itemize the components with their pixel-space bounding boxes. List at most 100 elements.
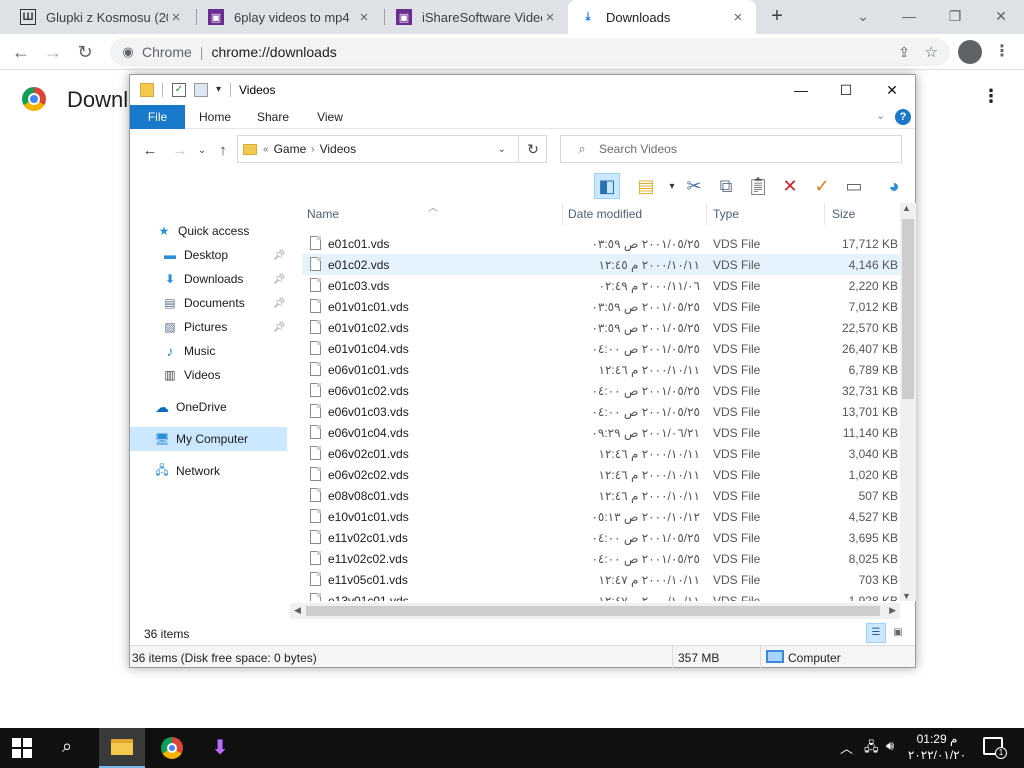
scroll-thumb[interactable] bbox=[902, 219, 914, 399]
nav-my-computer[interactable]: 🖥︎ My Computer bbox=[130, 427, 287, 451]
restore-button[interactable]: ❐ bbox=[932, 0, 978, 34]
minimize-button[interactable]: — bbox=[886, 0, 932, 34]
file-row[interactable]: e01c01.vds ٢٠٠١/٠٥/٢٥ ص ٠٣:٥٩ VDS File 17,7… bbox=[302, 233, 900, 254]
breadcrumb-game[interactable]: Game bbox=[274, 142, 307, 156]
nav-quick-access[interactable]: ★ Quick access bbox=[130, 219, 287, 243]
taskbar-file-explorer[interactable] bbox=[99, 728, 145, 768]
address-bar[interactable]: « Game › Videos ⌄ bbox=[237, 135, 547, 163]
thumbnail-view-icon[interactable]: ▣ bbox=[888, 623, 908, 643]
column-size[interactable]: Size bbox=[832, 207, 855, 221]
explorer-minimize-button[interactable]: — bbox=[778, 75, 824, 105]
scroll-left-icon[interactable]: ◀ bbox=[294, 605, 301, 616]
column-date-modified[interactable]: Date modified bbox=[568, 207, 642, 221]
tab-6play[interactable]: ▣ 6play videos to mp4 × bbox=[196, 0, 382, 34]
pin-icon[interactable]: 📌︎ bbox=[273, 298, 286, 309]
omnibox[interactable]: ◉ Chrome | chrome://downloads ⇪ ☆ bbox=[110, 38, 950, 66]
downloads-menu-icon[interactable]: ⋮ bbox=[982, 86, 1000, 107]
reload-button[interactable]: ↻ bbox=[72, 39, 98, 65]
horizontal-scrollbar[interactable]: ◀ ▶ bbox=[290, 603, 900, 619]
nav-music[interactable]: ♪ Music bbox=[130, 339, 287, 363]
explorer-maximize-button[interactable]: ☐ bbox=[823, 75, 869, 105]
file-row[interactable]: e13v01c01.vds ٢٠٠٠/١٠/١١ م ١٢:٤٧ VDS File 1… bbox=[302, 590, 900, 601]
paste-icon[interactable]: 📋︎ bbox=[745, 173, 771, 199]
details-view-icon[interactable]: ☰ bbox=[866, 623, 886, 643]
nav-onedrive[interactable]: ☁ OneDrive bbox=[130, 395, 287, 419]
explorer-close-button[interactable]: ✕ bbox=[869, 75, 915, 105]
close-window-button[interactable]: ✕ bbox=[978, 0, 1024, 34]
scroll-up-icon[interactable]: ▲ bbox=[902, 203, 911, 213]
volume-icon[interactable]: 🔊︎ bbox=[886, 738, 894, 754]
bookmark-star-icon[interactable]: ☆ bbox=[925, 43, 938, 61]
tab-share[interactable]: Share bbox=[250, 105, 296, 129]
tab-isharesoftware[interactable]: ▣ iShareSoftware Video \ × bbox=[384, 0, 568, 34]
check-icon[interactable]: ✓ bbox=[809, 173, 835, 199]
tab-search-chevron-icon[interactable]: ⌄ bbox=[840, 0, 886, 34]
explorer-back-button[interactable]: ← bbox=[140, 141, 160, 161]
vertical-scrollbar[interactable]: ▲ ▼ bbox=[900, 203, 916, 601]
pin-icon[interactable]: 📌︎ bbox=[273, 322, 286, 333]
help-icon[interactable]: ? bbox=[895, 109, 911, 125]
column-name[interactable]: Name bbox=[307, 207, 339, 221]
scroll-right-icon[interactable]: ▶ bbox=[889, 605, 896, 616]
refresh-button[interactable]: ↻ bbox=[518, 135, 547, 163]
properties-icon[interactable]: ✓ bbox=[172, 83, 186, 97]
globe-icon[interactable]: ◕ bbox=[881, 173, 907, 199]
customize-toolbar-icon[interactable]: ▾ bbox=[216, 83, 230, 97]
tab-file[interactable]: File bbox=[130, 105, 185, 129]
file-row[interactable]: e08v08c01.vds ٢٠٠٠/١٠/١١ م ١٢:٤٦ VDS File 5… bbox=[302, 485, 900, 506]
nav-documents[interactable]: ▤ Documents 📌︎ bbox=[130, 291, 287, 315]
search-icon[interactable]: ⌕ bbox=[62, 736, 72, 757]
close-tab-icon[interactable]: × bbox=[168, 9, 184, 26]
taskbar-chrome[interactable] bbox=[149, 728, 195, 768]
file-row[interactable]: e06v01c04.vds ٢٠٠١/٠٦/٢١ ص ٠٩:٢٩ VDS File 1… bbox=[302, 422, 900, 443]
new-tab-button[interactable]: + bbox=[766, 5, 788, 27]
tab-glupki[interactable]: Ш Glupki z Kosmosu (200 × bbox=[8, 0, 194, 34]
start-button[interactable] bbox=[12, 738, 32, 758]
file-row[interactable]: e10v01c01.vds ٢٠٠٠/١٠/١٢ ص ٠٥:١٣ VDS File 4… bbox=[302, 506, 900, 527]
file-row[interactable]: e06v01c01.vds ٢٠٠٠/١٠/١١ م ١٢:٤٦ VDS File 6… bbox=[302, 359, 900, 380]
file-row[interactable]: e01c03.vds ٢٠٠٠/١١/٠٦ م ٠٢:٤٩ VDS File 2,22… bbox=[302, 275, 900, 296]
nav-videos[interactable]: ▥ Videos bbox=[130, 363, 287, 387]
preview-pane-icon[interactable]: ◧ bbox=[594, 173, 620, 199]
pin-icon[interactable]: 📌︎ bbox=[273, 274, 286, 285]
copy-icon[interactable]: ⧉ bbox=[713, 173, 739, 199]
close-tab-icon[interactable]: × bbox=[542, 9, 558, 26]
file-row[interactable]: e01v01c04.vds ٢٠٠١/٠٥/٢٥ ص ٠٤:٠٠ VDS File 2… bbox=[302, 338, 900, 359]
nav-downloads[interactable]: ⬇ Downloads 📌︎ bbox=[130, 267, 287, 291]
file-row[interactable]: e11v05c01.vds ٢٠٠٠/١٠/١١ م ١٢:٤٧ VDS File 7… bbox=[302, 569, 900, 590]
back-button[interactable]: ← bbox=[8, 39, 34, 65]
search-input[interactable] bbox=[599, 142, 879, 156]
cut-icon[interactable]: ✂ bbox=[681, 173, 707, 199]
share-icon[interactable]: ⇪ bbox=[898, 44, 910, 61]
profile-avatar[interactable] bbox=[958, 40, 982, 64]
tab-downloads[interactable]: ⤓ Downloads × bbox=[568, 0, 756, 34]
new-folder-icon[interactable] bbox=[194, 83, 208, 97]
chrome-menu-icon[interactable]: ⋮ bbox=[994, 38, 1010, 66]
file-row[interactable]: e01v01c01.vds ٢٠٠١/٠٥/٢٥ ص ٠٣:٥٩ VDS File 7… bbox=[302, 296, 900, 317]
nav-desktop[interactable]: ▬ Desktop 📌︎ bbox=[130, 243, 287, 267]
taskbar-downloader[interactable]: ⬇ bbox=[197, 728, 243, 768]
explorer-forward-button[interactable]: → bbox=[170, 141, 190, 161]
file-row[interactable]: e06v01c03.vds ٢٠٠١/٠٥/٢٥ ص ٠٤:٠٠ VDS File 1… bbox=[302, 401, 900, 422]
tray-chevron-icon[interactable]: ︿ bbox=[840, 738, 853, 757]
close-tab-icon[interactable]: × bbox=[730, 9, 746, 26]
nav-network[interactable]: 🖧︎ Network bbox=[130, 459, 287, 483]
expand-ribbon-icon[interactable]: ⌄ bbox=[876, 109, 885, 122]
file-row[interactable]: e06v02c02.vds ٢٠٠٠/١٠/١١ م ١٢:٤٦ VDS File 1… bbox=[302, 464, 900, 485]
forward-button[interactable]: → bbox=[40, 39, 66, 65]
breadcrumb-videos[interactable]: Videos bbox=[320, 142, 356, 156]
delete-icon[interactable]: ✕ bbox=[777, 173, 803, 199]
network-icon[interactable]: 🖧︎ bbox=[864, 738, 879, 760]
chrome-info-icon[interactable]: ◉ bbox=[114, 44, 142, 60]
column-type[interactable]: Type bbox=[713, 207, 739, 221]
h-scroll-thumb[interactable] bbox=[306, 606, 880, 616]
clock[interactable]: م 01:29 ٢٠٢٢/٠١/٢٠ bbox=[906, 731, 968, 763]
file-row[interactable]: e06v01c02.vds ٢٠٠١/٠٥/٢٥ ص ٠٤:٠٠ VDS File 3… bbox=[302, 380, 900, 401]
file-row[interactable]: e06v02c01.vds ٢٠٠٠/١٠/١١ م ١٢:٤٦ VDS File 3… bbox=[302, 443, 900, 464]
address-dropdown-icon[interactable]: ⌄ bbox=[498, 144, 506, 155]
file-row[interactable]: e11v02c01.vds ٢٠٠١/٠٥/٢٥ ص ٠٤:٠٠ VDS File 3… bbox=[302, 527, 900, 548]
breadcrumb-chevron-icon[interactable]: › bbox=[311, 144, 314, 155]
recent-locations-icon[interactable]: ⌄ bbox=[192, 141, 212, 161]
file-row[interactable]: e01c02.vds ٢٠٠٠/١٠/١١ م ١٢:٤٥ VDS File 4,14… bbox=[302, 254, 900, 275]
notification-icon[interactable]: 1 bbox=[983, 737, 1007, 759]
